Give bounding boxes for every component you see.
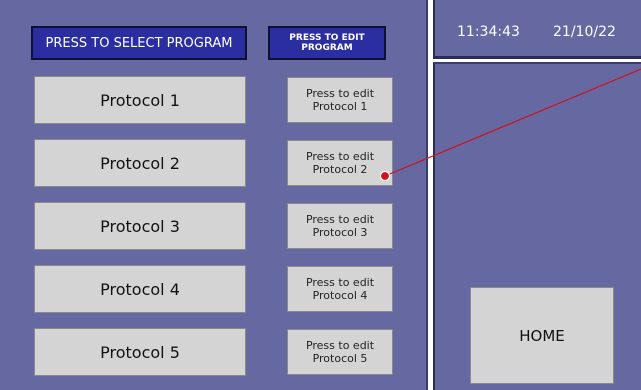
clock-date: 21/10/22 — [553, 24, 616, 40]
home-button[interactable]: HOME — [470, 287, 614, 384]
protocol-2-button[interactable]: Protocol 2 — [34, 139, 246, 187]
edit-protocol-1-button[interactable]: Press to edit Protocol 1 — [287, 77, 393, 123]
edit-protocol-3-button[interactable]: Press to edit Protocol 3 — [287, 203, 393, 249]
protocol-4-button[interactable]: Protocol 4 — [34, 265, 246, 313]
protocol-5-button[interactable]: Protocol 5 — [34, 328, 246, 376]
protocol-1-button[interactable]: Protocol 1 — [34, 76, 246, 124]
edit-program-button[interactable]: PRESS TO EDIT PROGRAM — [268, 26, 386, 60]
select-program-button[interactable]: PRESS TO SELECT PROGRAM — [31, 26, 247, 60]
edit-protocol-2-button[interactable]: Press to edit Protocol 2 — [287, 140, 393, 186]
protocol-3-button[interactable]: Protocol 3 — [34, 202, 246, 250]
clock-time: 11:34:43 — [457, 24, 520, 40]
edit-protocol-4-button[interactable]: Press to edit Protocol 4 — [287, 266, 393, 312]
edit-protocol-5-button[interactable]: Press to edit Protocol 5 — [287, 329, 393, 375]
